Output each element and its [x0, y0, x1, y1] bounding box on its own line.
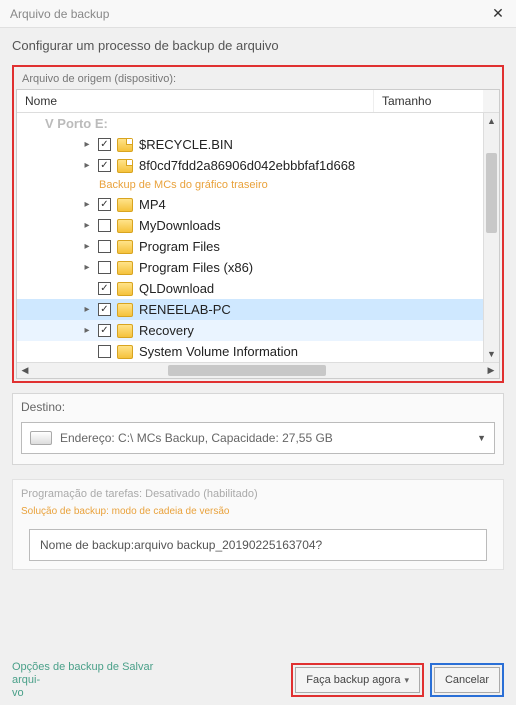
source-group-label: Arquivo de origem (dispositivo):: [16, 69, 500, 89]
item-label: $RECYCLE.BIN: [139, 137, 483, 152]
item-label: 8f0cd7fdd2a86906d042ebbbfaf1d668: [139, 158, 483, 173]
scroll-thumb[interactable]: [486, 153, 497, 233]
item-label: QLDownload: [139, 281, 483, 296]
tree-item-svi[interactable]: ▸ System Volume Information: [17, 341, 483, 362]
destination-panel: Destino: Endereço: C:\ MCs Backup, Capac…: [12, 393, 504, 465]
schedule-panel: Programação de tarefas: Desativado (habi…: [12, 479, 504, 570]
tree-item-recycle[interactable]: ▸ ✓ $RECYCLE.BIN: [17, 134, 483, 155]
folder-icon: [117, 261, 133, 275]
checkbox[interactable]: ✓: [98, 198, 111, 211]
disk-icon: [30, 431, 52, 445]
tree-subheading: Backup de MCs do gráfico traseiro: [17, 176, 483, 194]
chevron-right-icon[interactable]: ▸: [81, 304, 93, 316]
checkbox[interactable]: ✓: [98, 303, 111, 316]
schedule-label[interactable]: Programação de tarefas: Desativado (habi…: [21, 488, 495, 500]
drive-label: V Porto E:: [45, 116, 108, 131]
tree-item-reneelab[interactable]: ▸ ✓ RENEELAB-PC: [17, 299, 483, 320]
item-label: Program Files: [139, 239, 483, 254]
item-label: Program Files (x86): [139, 260, 483, 275]
source-tree-panel: Nome Tamanho V Porto E: ▸ ✓ $RECYCLE.BIN…: [16, 89, 500, 379]
checkbox[interactable]: ✓: [98, 159, 111, 172]
save-options-link[interactable]: Opções de backup de Salvar arqui- vo: [12, 661, 182, 700]
tree-item-recovery[interactable]: ▸ ✓ Recovery: [17, 320, 483, 341]
column-size[interactable]: Tamanho: [373, 90, 483, 112]
checkbox[interactable]: ✓: [98, 324, 111, 337]
checkbox[interactable]: [98, 219, 111, 232]
checkbox[interactable]: ✓: [98, 282, 111, 295]
column-name[interactable]: Nome: [17, 90, 373, 112]
tree-item-mydownloads[interactable]: ▸ MyDownloads: [17, 215, 483, 236]
solution-label[interactable]: Solução de backup: modo de cadeia de ver…: [21, 506, 495, 517]
close-icon[interactable]: ✕: [486, 4, 510, 24]
item-label: RENEELAB-PC: [139, 302, 483, 317]
horizontal-scrollbar[interactable]: ◀ ▶: [17, 362, 499, 378]
backup-name-prefix: Nome de backup:: [40, 538, 134, 552]
folder-icon: [117, 219, 133, 233]
chevron-right-icon[interactable]: ▸: [81, 139, 93, 151]
backup-name-value: arquivo backup_20190225163704?: [134, 538, 322, 552]
source-panel-highlight: Arquivo de origem (dispositivo): Nome Ta…: [12, 65, 504, 383]
header-scroll-gap: [483, 90, 499, 112]
tree-body: V Porto E: ▸ ✓ $RECYCLE.BIN ▸ ✓ 8f0cd7fd…: [17, 113, 499, 378]
tree-item-qldownload[interactable]: ▸ ✓ QLDownload: [17, 278, 483, 299]
backup-now-button[interactable]: Faça backup agora ▾: [295, 667, 420, 693]
folder-icon: [117, 345, 133, 359]
chevron-right-icon[interactable]: ▸: [81, 325, 93, 337]
tree-rows: V Porto E: ▸ ✓ $RECYCLE.BIN ▸ ✓ 8f0cd7fd…: [17, 113, 483, 362]
chevron-down-icon[interactable]: ▼: [477, 433, 486, 443]
vertical-scrollbar[interactable]: ▲ ▼: [483, 113, 499, 362]
tree-header: Nome Tamanho: [17, 90, 499, 113]
footer: Opções de backup de Salvar arqui- vo Faç…: [0, 661, 516, 699]
title-bar: Arquivo de backup ✕: [0, 0, 516, 28]
tree-item-mp4[interactable]: ▸ ✓ MP4: [17, 194, 483, 215]
backup-now-highlight: Faça backup agora ▾: [291, 663, 424, 697]
chevron-down-icon[interactable]: ▾: [404, 675, 409, 686]
folder-icon: [117, 240, 133, 254]
item-label: System Volume Information: [139, 344, 483, 359]
backup-now-label: Faça backup agora: [306, 674, 400, 686]
item-label: Recovery: [139, 323, 483, 338]
chevron-right-icon[interactable]: ▸: [81, 160, 93, 172]
scroll-up-icon[interactable]: ▲: [484, 113, 499, 129]
chevron-right-icon[interactable]: ▸: [81, 220, 93, 232]
scroll-right-icon[interactable]: ▶: [483, 363, 499, 378]
scroll-left-icon[interactable]: ◀: [17, 363, 33, 378]
folder-icon: [117, 303, 133, 317]
checkbox[interactable]: ✓: [98, 138, 111, 151]
destination-dropdown[interactable]: Endereço: C:\ MCs Backup, Capacidade: 27…: [21, 422, 495, 454]
chevron-right-icon[interactable]: ▸: [81, 199, 93, 211]
checkbox[interactable]: [98, 240, 111, 253]
folder-icon: [117, 138, 133, 152]
checkbox[interactable]: [98, 345, 111, 358]
cancel-button[interactable]: Cancelar: [434, 667, 500, 693]
cancel-highlight: Cancelar: [430, 663, 504, 697]
item-label: MP4: [139, 197, 483, 212]
tree-item-programfiles[interactable]: ▸ Program Files: [17, 236, 483, 257]
cancel-label: Cancelar: [445, 674, 489, 686]
chevron-right-icon[interactable]: ▸: [81, 241, 93, 253]
item-label: MyDownloads: [139, 218, 483, 233]
checkbox[interactable]: [98, 261, 111, 274]
destination-label: Destino:: [21, 400, 495, 414]
tree-item-programfiles86[interactable]: ▸ Program Files (x86): [17, 257, 483, 278]
drive-row[interactable]: V Porto E:: [17, 113, 483, 134]
scroll-down-icon[interactable]: ▼: [484, 346, 499, 362]
folder-icon: [117, 324, 133, 338]
folder-icon: [117, 198, 133, 212]
hscroll-thumb[interactable]: [168, 365, 326, 376]
backup-name-input[interactable]: Nome de backup: arquivo backup_201902251…: [29, 529, 487, 561]
chevron-right-icon[interactable]: ▸: [81, 262, 93, 274]
tree-item-hash[interactable]: ▸ ✓ 8f0cd7fdd2a86906d042ebbbfaf1d668: [17, 155, 483, 176]
folder-icon: [117, 159, 133, 173]
subtitle: Configurar um processo de backup de arqu…: [0, 28, 516, 59]
folder-icon: [117, 282, 133, 296]
window-title: Arquivo de backup: [10, 7, 486, 21]
hscroll-track[interactable]: [33, 363, 483, 378]
destination-value: Endereço: C:\ MCs Backup, Capacidade: 27…: [60, 431, 333, 445]
